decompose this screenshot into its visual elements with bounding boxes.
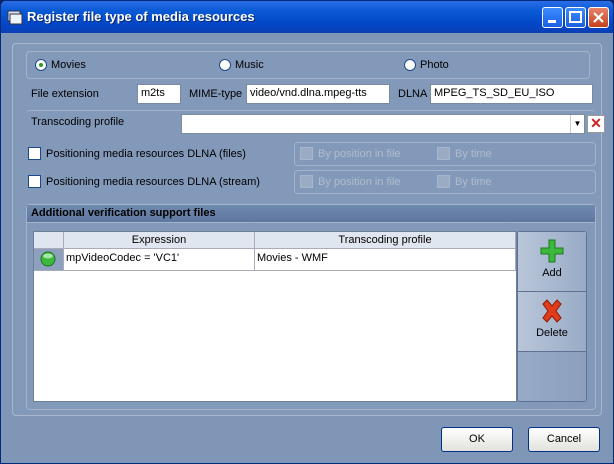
active-row-icon xyxy=(40,251,56,267)
ok-button[interactable]: OK xyxy=(441,427,513,452)
close-button[interactable] xyxy=(588,7,609,28)
positioning-files-row: Positioning media resources DLNA (files) xyxy=(26,142,294,166)
stream-by-position-box[interactable] xyxy=(300,175,313,188)
positioning-stream-checkbox[interactable]: Positioning media resources DLNA (stream… xyxy=(28,175,260,188)
delete-label: Delete xyxy=(536,327,568,339)
add-icon xyxy=(540,239,564,263)
files-by-time-checkbox[interactable]: By time xyxy=(437,147,492,160)
column-header-expression[interactable]: Expression xyxy=(64,232,255,249)
transcoding-row: Transcoding profile ▼ ✕ xyxy=(26,110,605,134)
radio-music-label: Music xyxy=(235,59,264,71)
dlna-label: DLNA xyxy=(398,88,428,100)
positioning-stream-box[interactable] xyxy=(28,175,41,188)
maximize-button[interactable] xyxy=(565,7,586,28)
dialog-client: Movies Music Photo File extension m2ts M… xyxy=(5,33,609,460)
radio-photo[interactable]: Photo xyxy=(404,59,449,71)
cancel-button[interactable]: Cancel xyxy=(528,427,600,452)
chevron-down-icon[interactable]: ▼ xyxy=(570,115,584,133)
dlna-input[interactable]: MPEG_TS_SD_EU_ISO xyxy=(430,84,593,104)
title-bar[interactable]: Register file type of media resources xyxy=(1,1,613,33)
positioning-files-options: By position in file By time xyxy=(294,142,596,166)
radio-music-dot[interactable] xyxy=(219,59,231,71)
verification-table[interactable]: Expression Transcoding profile mpVideoCo… xyxy=(33,231,517,402)
files-by-time-label: By time xyxy=(455,147,492,160)
positioning-files-label: Positioning media resources DLNA (files) xyxy=(46,147,246,160)
mime-type-label: MIME-type xyxy=(189,88,243,100)
file-extension-label: File extension xyxy=(31,88,99,100)
stream-by-time-checkbox[interactable]: By time xyxy=(437,175,492,188)
dialog-window: Register file type of media resources Mo… xyxy=(0,0,614,464)
positioning-stream-options: By position in file By time xyxy=(294,170,596,194)
table-header-indicator xyxy=(34,232,64,249)
radio-movies-dot[interactable] xyxy=(35,59,47,71)
delete-icon xyxy=(542,299,562,323)
positioning-files-box[interactable] xyxy=(28,147,41,160)
clear-icon: ✕ xyxy=(590,115,602,131)
stream-by-position-checkbox[interactable]: By position in file xyxy=(300,175,401,188)
row-indicator[interactable] xyxy=(34,249,64,271)
radio-movies[interactable]: Movies xyxy=(35,59,86,71)
app-icon xyxy=(7,10,23,25)
clear-transcoding-button[interactable]: ✕ xyxy=(587,115,605,133)
maximize-icon xyxy=(569,11,582,23)
transcoding-profile-label: Transcoding profile xyxy=(31,116,125,128)
transcoding-profile-select[interactable]: ▼ xyxy=(181,114,585,134)
add-label: Add xyxy=(542,267,562,279)
table-cell-profile[interactable]: Movies - WMF xyxy=(255,249,516,271)
files-by-position-label: By position in file xyxy=(318,147,401,160)
minimize-button[interactable] xyxy=(542,7,563,28)
stream-by-time-box[interactable] xyxy=(437,175,450,188)
verification-heading: Additional verification support files xyxy=(27,205,595,223)
minimize-icon xyxy=(548,20,556,23)
delete-button[interactable]: Delete xyxy=(518,292,586,352)
media-type-group: Movies Music Photo xyxy=(26,51,590,79)
main-panel: Movies Music Photo File extension m2ts M… xyxy=(12,43,605,416)
files-by-position-box[interactable] xyxy=(300,147,313,160)
add-button[interactable]: Add xyxy=(518,232,586,292)
positioning-files-checkbox[interactable]: Positioning media resources DLNA (files) xyxy=(28,147,246,160)
window-title: Register file type of media resources xyxy=(27,9,255,24)
stream-by-position-label: By position in file xyxy=(318,175,401,188)
radio-movies-label: Movies xyxy=(51,59,86,71)
file-extension-input[interactable]: m2ts xyxy=(137,84,181,104)
verification-section: Additional verification support files Ex… xyxy=(26,204,596,410)
verification-actions: Add Delete xyxy=(517,231,587,402)
radio-photo-dot[interactable] xyxy=(404,59,416,71)
files-by-position-checkbox[interactable]: By position in file xyxy=(300,147,401,160)
positioning-stream-label: Positioning media resources DLNA (stream… xyxy=(46,175,260,188)
radio-photo-label: Photo xyxy=(420,59,449,71)
table-cell-expression[interactable]: mpVideoCodec = 'VC1' xyxy=(64,249,255,271)
stream-by-time-label: By time xyxy=(455,175,492,188)
radio-music[interactable]: Music xyxy=(219,59,264,71)
positioning-stream-row: Positioning media resources DLNA (stream… xyxy=(26,170,294,194)
column-header-transcoding[interactable]: Transcoding profile xyxy=(255,232,516,249)
mime-type-input[interactable]: video/vnd.dlna.mpeg-tts xyxy=(246,84,390,104)
files-by-time-box[interactable] xyxy=(437,147,450,160)
close-icon xyxy=(593,12,604,23)
